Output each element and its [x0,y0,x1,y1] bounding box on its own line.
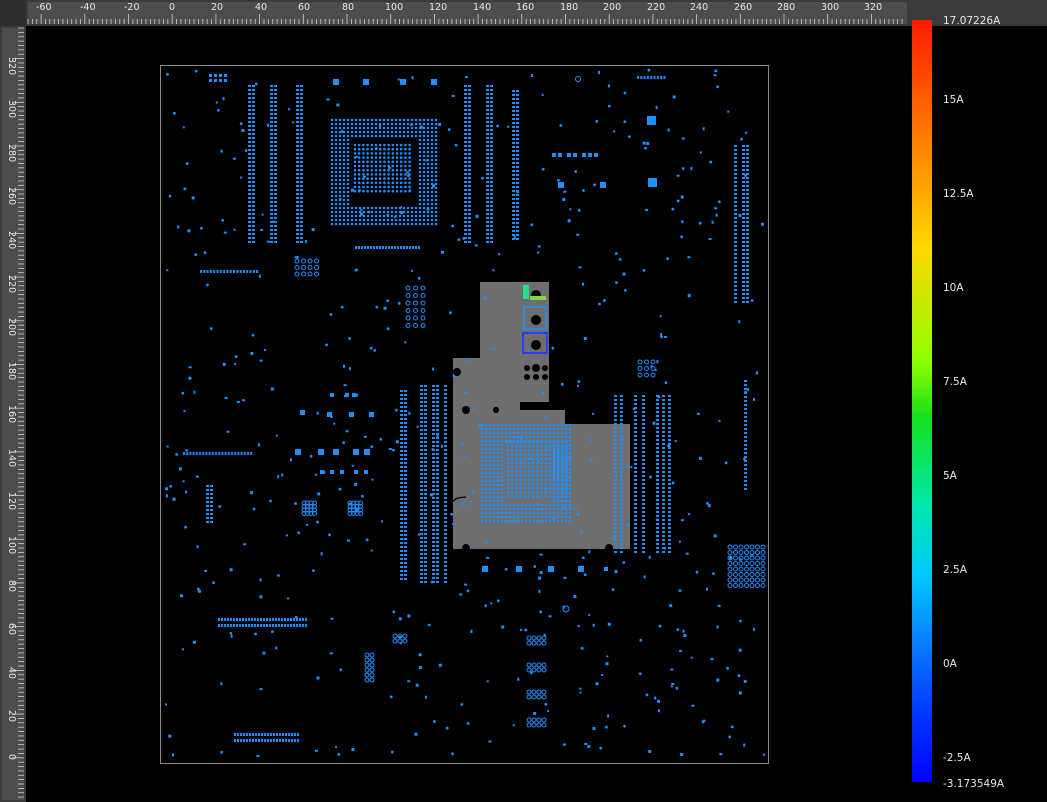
colorbar-tick-label: 15A [943,94,964,106]
colorbar-tick-label: 5A [943,470,957,482]
colorbar-max-label: 17.07226A [943,15,1001,27]
colorbar-tick-label: 2.5A [943,564,967,576]
ruler-y-ticks [12,27,24,798]
colorbar-tick-label: 12.5A [943,188,974,200]
colorbar-tick-label: 7.5A [943,376,967,388]
current-color-scale [912,20,932,782]
colorbar-tick-label: -2.5A [943,752,971,764]
colorbar-tick-label: 0A [943,658,957,670]
colorbar-min-label: -3.173549A [943,778,1005,790]
colorbar-tick-label: 10A [943,282,964,294]
ruler-x-ticks [27,14,903,24]
board-outline [160,65,769,764]
